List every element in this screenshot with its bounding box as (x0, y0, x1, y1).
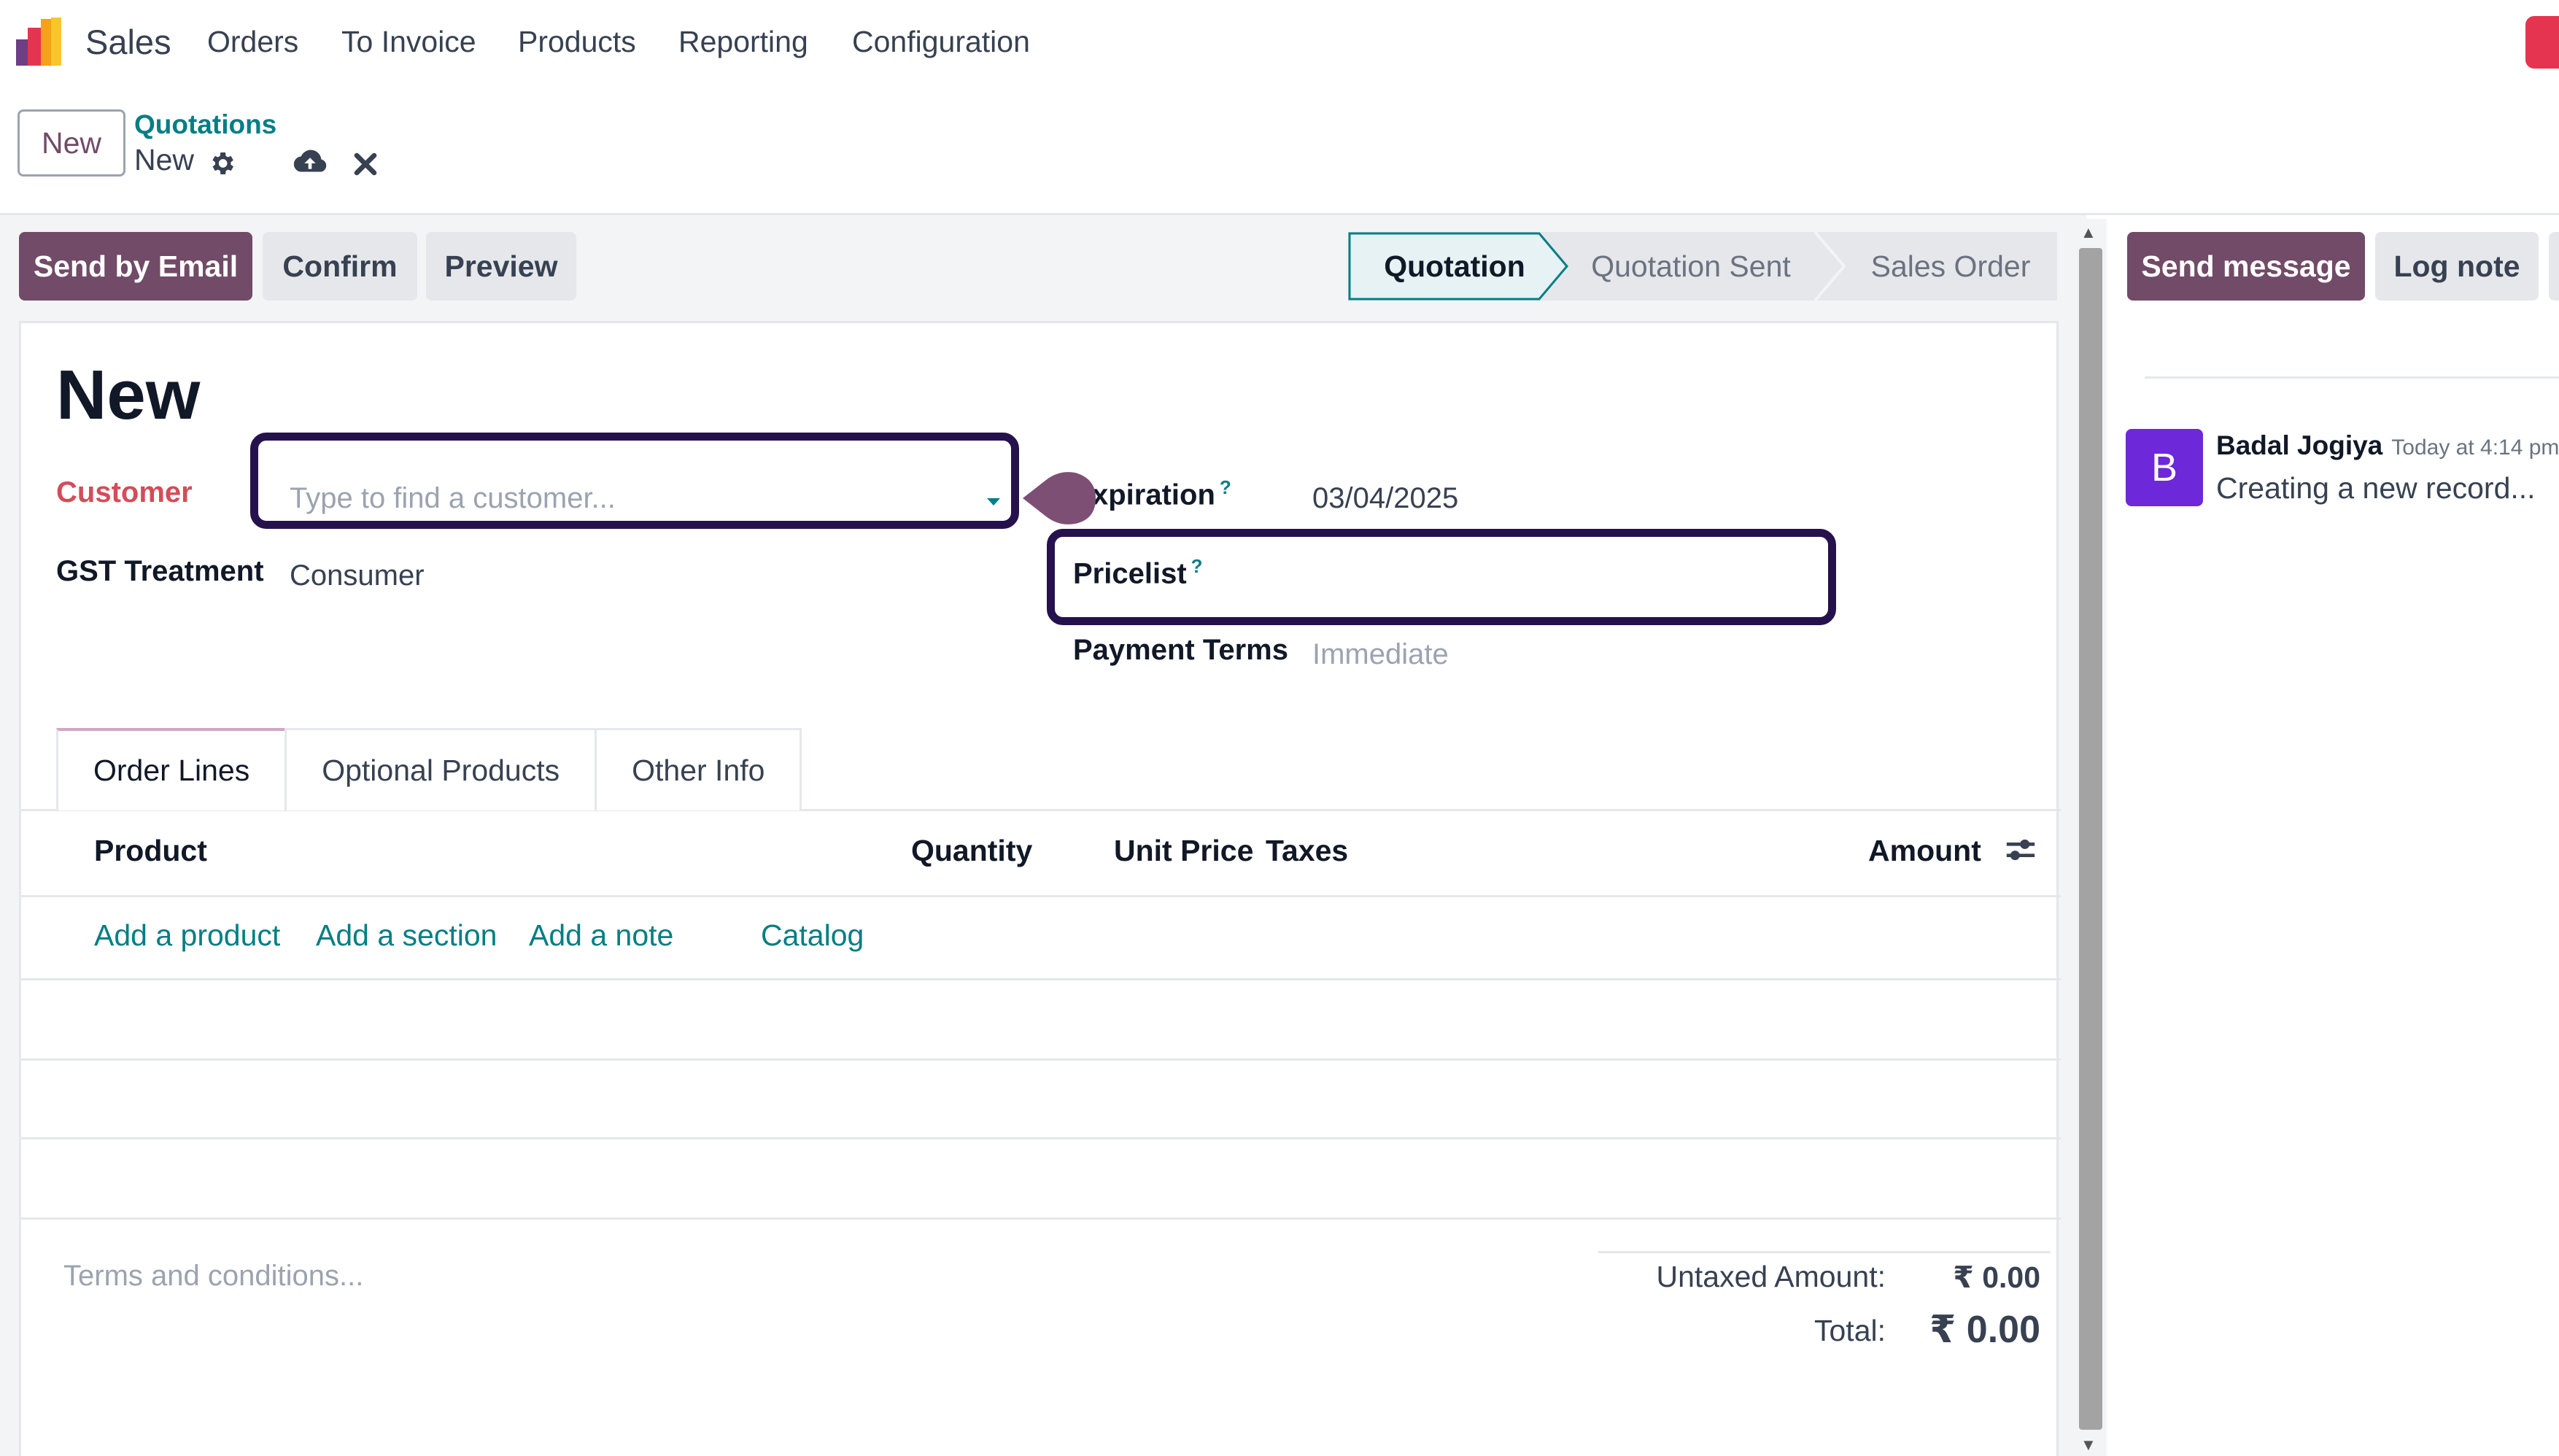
send-message-button[interactable]: Send message (2127, 232, 2365, 301)
message-time: Today at 4:14 pm (2391, 435, 2559, 460)
add-section-link[interactable]: Add a section (316, 918, 497, 953)
tab-optional-products[interactable]: Optional Products (284, 728, 597, 810)
scrollbar-thumb[interactable] (2079, 248, 2102, 1430)
activity-button[interactable] (2549, 232, 2559, 301)
table-row (21, 1137, 2061, 1139)
column-taxes[interactable]: Taxes (1266, 834, 1348, 868)
expiration-value[interactable]: 03/04/2025 (1312, 482, 1458, 515)
message-body: Creating a new record... (2216, 471, 2536, 505)
message-author: Badal Jogiya Today at 4:14 pm (2216, 430, 2559, 461)
total-value: ₹ 0.00 (1929, 1309, 2040, 1351)
scroll-down-icon[interactable]: ▼ (2080, 1436, 2097, 1455)
confirm-button[interactable]: Confirm (263, 232, 417, 301)
sales-app-icon[interactable] (16, 18, 66, 66)
chatter-divider (2145, 376, 2559, 379)
table-row (21, 1058, 2061, 1061)
log-note-button[interactable]: Log note (2375, 232, 2539, 301)
app-name[interactable]: Sales (85, 22, 171, 62)
column-amount[interactable]: Amount (1868, 834, 1981, 868)
menu-reporting[interactable]: Reporting (678, 25, 808, 59)
add-product-link[interactable]: Add a product (94, 918, 280, 953)
totals-divider (1598, 1251, 2051, 1253)
cloud-upload-icon[interactable] (292, 146, 328, 178)
send-by-email-button[interactable]: Send by Email (19, 232, 252, 301)
table-row (21, 978, 2061, 980)
menu-to-invoice[interactable]: To Invoice (341, 25, 476, 59)
menu-products[interactable]: Products (518, 25, 636, 59)
catalog-link[interactable]: Catalog (761, 918, 864, 953)
add-note-link[interactable]: Add a note (529, 918, 673, 953)
discard-icon[interactable] (353, 152, 378, 177)
scroll-up-icon[interactable]: ▲ (2080, 223, 2097, 242)
tab-order-lines[interactable]: Order Lines (56, 728, 287, 810)
untaxed-amount-value: ₹ 0.00 (1953, 1261, 2040, 1294)
notebook-tabs: Order Lines Optional Products Other Info (56, 728, 802, 810)
stage-quotation[interactable]: Quotation (1348, 232, 1561, 301)
column-unit-price[interactable]: Unit Price (1114, 834, 1253, 868)
gear-icon[interactable] (207, 149, 236, 178)
avatar[interactable]: B (2126, 429, 2203, 506)
expiration-help-icon[interactable]: ? (1220, 476, 1231, 498)
statusbar: Quotation Quotation Sent Sales Order (1348, 232, 2057, 301)
top-navbar: Sales Orders To Invoice Products Reporti… (0, 0, 2559, 86)
payment-terms-label: Payment Terms (1073, 634, 1288, 666)
notification-icon[interactable] (2525, 16, 2559, 69)
table-header-divider (21, 895, 2061, 897)
untaxed-amount-label: Untaxed Amount: (1656, 1260, 1886, 1293)
breadcrumb-quotations[interactable]: Quotations (134, 109, 276, 140)
optional-columns-icon[interactable] (2004, 835, 2037, 864)
gst-treatment-value[interactable]: Consumer (290, 559, 425, 592)
tab-other-info[interactable]: Other Info (595, 728, 802, 810)
record-title: New (56, 356, 201, 434)
menu-orders[interactable]: Orders (207, 25, 298, 59)
menu-configuration[interactable]: Configuration (852, 25, 1030, 59)
expiration-label: xpiration? (1092, 476, 1231, 511)
customer-highlight (250, 433, 1019, 529)
payment-terms-input[interactable]: Immediate (1312, 638, 1449, 671)
breadcrumb-current: New (134, 143, 195, 177)
column-quantity[interactable]: Quantity (911, 834, 1032, 868)
table-row (21, 1217, 2061, 1220)
new-button[interactable]: New (18, 109, 125, 177)
author-name[interactable]: Badal Jogiya (2216, 430, 2382, 460)
form-scrollbar[interactable]: ▲ ▼ (2075, 219, 2107, 1456)
stage-quotation-sent[interactable]: Quotation Sent (1567, 232, 1815, 301)
terms-and-conditions-input[interactable]: Terms and conditions... (63, 1260, 363, 1293)
customer-label: Customer (56, 476, 193, 508)
stage-sales-order[interactable]: Sales Order (1844, 232, 2057, 301)
column-product[interactable]: Product (94, 834, 207, 868)
pricelist-highlight[interactable] (1047, 529, 1836, 625)
gst-treatment-label: GST Treatment (56, 555, 264, 587)
preview-button[interactable]: Preview (426, 232, 576, 301)
mouse-cursor-icon (1023, 472, 1096, 524)
